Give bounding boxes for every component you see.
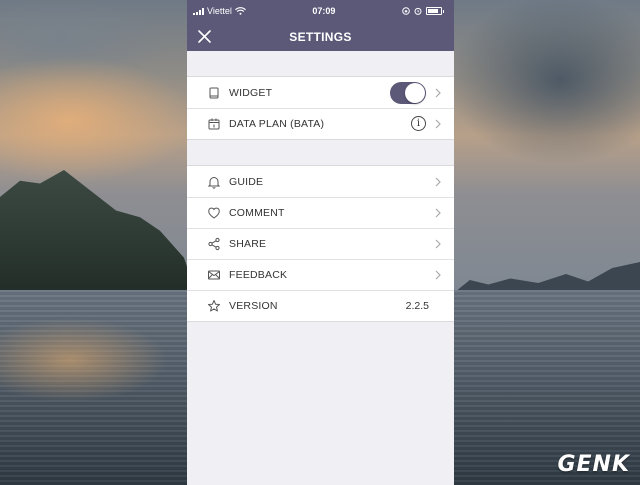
setting-label: COMMENT: [229, 206, 285, 219]
battery-cap: [442, 9, 444, 13]
wifi-icon: [234, 7, 246, 15]
chevron-right-icon: [435, 88, 441, 97]
alarm-icon: [414, 7, 422, 15]
star-icon: [208, 299, 220, 311]
setting-label: SHARE: [229, 237, 267, 250]
mail-icon: [208, 270, 220, 279]
widget-toggle[interactable]: [390, 81, 426, 104]
navigation-bar: SETTINGS: [187, 22, 454, 51]
phone-screen: Viettel 07:09 SETTINGS WIDGET DATA PLAN …: [187, 0, 454, 485]
status-right: [402, 7, 444, 15]
chevron-right-icon: [435, 239, 441, 248]
chevron-right-icon: [435, 208, 441, 217]
setting-label: DATA PLAN (BATA): [229, 117, 325, 130]
page-title: SETTINGS: [289, 29, 352, 44]
setting-row-widget[interactable]: WIDGET: [187, 77, 454, 108]
chevron-right-icon: [435, 177, 441, 186]
status-time: 07:09: [312, 6, 336, 16]
setting-row-comment[interactable]: COMMENT: [187, 197, 454, 228]
setting-row-share[interactable]: SHARE: [187, 228, 454, 259]
settings-group-1: WIDGET DATA PLAN (BATA) i: [187, 76, 454, 140]
widget-icon: [209, 87, 219, 98]
heart-icon: [208, 207, 220, 219]
close-icon[interactable]: [197, 29, 212, 44]
setting-label: GUIDE: [229, 175, 264, 188]
info-icon[interactable]: i: [411, 116, 426, 131]
setting-label: VERSION: [229, 299, 278, 312]
carrier-name: Viettel: [207, 6, 232, 16]
watermark-logo: GENK: [557, 452, 630, 477]
share-icon: [208, 237, 220, 250]
setting-label: FEEDBACK: [229, 268, 288, 281]
status-bar: Viettel 07:09: [187, 0, 454, 22]
setting-row-feedback[interactable]: FEEDBACK: [187, 259, 454, 290]
toggle-knob: [405, 82, 425, 103]
battery-icon: [425, 7, 442, 15]
version-value: 2.2.5: [405, 299, 429, 312]
rotation-lock-icon: [402, 7, 410, 15]
signal-icon: [193, 7, 204, 15]
settings-group-2: GUIDE COMMENT SHARE FEEDBACK VERSION 2.2…: [187, 165, 454, 322]
chevron-right-icon: [435, 119, 441, 128]
setting-row-guide[interactable]: GUIDE: [187, 166, 454, 197]
bell-icon: [207, 176, 221, 189]
chevron-right-icon: [435, 270, 441, 279]
status-left: Viettel: [193, 6, 246, 16]
setting-label: WIDGET: [229, 86, 273, 99]
calendar-icon: [208, 118, 220, 129]
setting-row-data-plan[interactable]: DATA PLAN (BATA) i: [187, 108, 454, 139]
setting-row-version: VERSION 2.2.5: [187, 290, 454, 321]
